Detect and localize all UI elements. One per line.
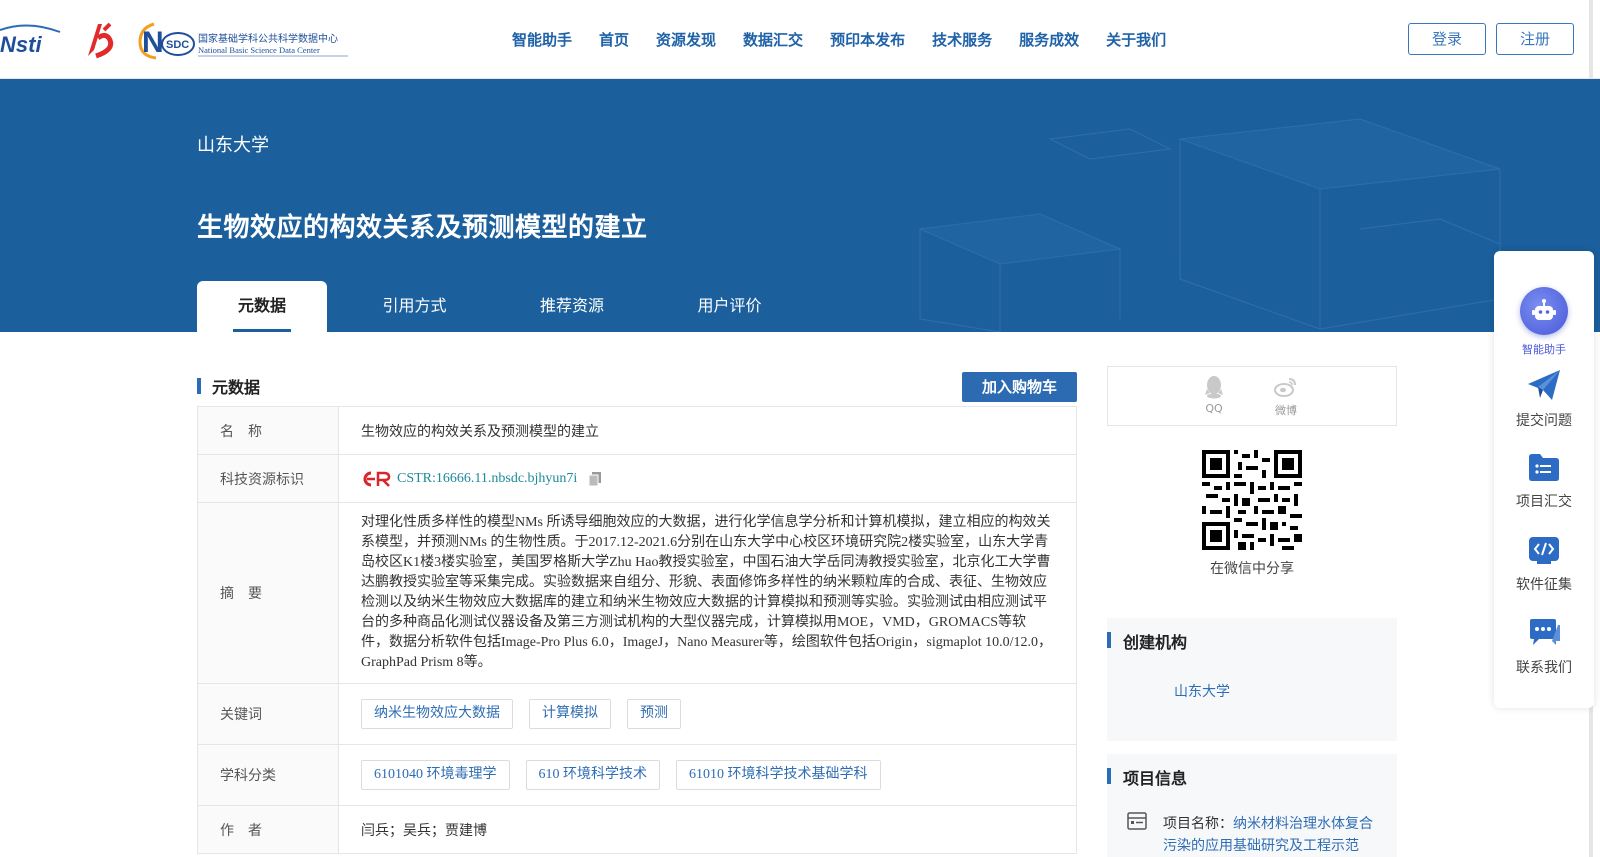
wechat-share-label: 在微信中分享 (1210, 561, 1294, 577)
float-assistant-button[interactable]: 智能助手 (1494, 287, 1594, 357)
wechat-qr-code (1202, 450, 1302, 550)
institute-logo[interactable] (80, 20, 120, 60)
chat-bubble-icon (1530, 619, 1560, 645)
tab-metadata[interactable]: 元数据 (197, 281, 327, 332)
main-nav: 智能助手 首页 资源发现 数据汇交 预印本发布 技术服务 服务成效 关于我们 (512, 28, 1193, 52)
nav-service-results[interactable]: 服务成效 (1019, 28, 1079, 52)
tab-citation[interactable]: 引用方式 (327, 281, 502, 332)
nav-resources[interactable]: 资源发现 (656, 28, 716, 52)
weibo-label: 微博 (1275, 404, 1297, 417)
card-accent-bar (1107, 632, 1111, 648)
project-info-card: 项目信息 项目名称：纳米材料治理水体复合污染的应用基础研究及工程示范 (1107, 754, 1397, 857)
svg-text:National Basic Science Data Ce: National Basic Science Data Center (198, 45, 320, 55)
svg-text:N: N (142, 26, 164, 59)
card-title: 创建机构 (1123, 633, 1188, 652)
resource-banner: 山东大学 生物效应的构效关系及预测模型的建立 元数据 引用方式 推荐资源 用户评… (0, 79, 1600, 332)
float-software-button[interactable]: 软件征集 (1494, 534, 1594, 594)
add-to-cart-button[interactable]: 加入购物车 (962, 372, 1077, 402)
subjects-label: 学科分类 (198, 745, 339, 805)
float-project-button[interactable]: 项目汇交 (1494, 451, 1594, 511)
project-name: 项目名称：纳米材料治理水体复合污染的应用基础研究及工程示范 (1163, 813, 1385, 857)
metadata-table: 名 称 生物效应的构效关系及预测模型的建立 科技资源标识 CSTR:16666.… (197, 406, 1077, 854)
subjects-value: 6101040 环境毒理学 610 环境科学技术 61010 环境科学技术基础学… (339, 745, 1076, 805)
creator-org-link[interactable]: 山东大学 (1174, 681, 1230, 701)
share-box: QQ 微博 (1107, 366, 1397, 426)
table-row: 学科分类 6101040 环境毒理学 610 环境科学技术 61010 环境科学… (198, 745, 1076, 806)
table-row: 名 称 生物效应的构效关系及预测模型的建立 (198, 407, 1076, 455)
subject-tag[interactable]: 61010 环境科学技术基础学科 (676, 760, 881, 790)
keywords-value: 纳米生物效应大数据 计算模拟 预测 (339, 684, 1076, 744)
robot-icon (1520, 287, 1568, 335)
share-weibo[interactable]: 微博 (1266, 375, 1306, 418)
subject-tag[interactable]: 610 环境科学技术 (525, 760, 660, 790)
register-button[interactable]: 注册 (1496, 23, 1574, 55)
section-title: 元数据 (212, 378, 261, 397)
project-icon (1127, 812, 1147, 830)
banner-decoration (918, 118, 1501, 332)
authors-label: 作 者 (198, 806, 339, 853)
card-accent-bar (1107, 768, 1111, 784)
software-label: 软件征集 (1516, 577, 1572, 593)
nav-tech-service[interactable]: 技术服务 (932, 28, 992, 52)
banner-org: 山东大学 (197, 135, 269, 156)
top-header: Nsti N SDC 国家基础学科公共科学数据中心 National Basic… (0, 0, 1600, 79)
identifier-value: CSTR:16666.11.nbsdc.bjhyun7i (339, 455, 1076, 502)
name-value: 生物效应的构效关系及预测模型的建立 (361, 424, 599, 440)
nav-about[interactable]: 关于我们 (1106, 28, 1166, 52)
page-title: 生物效应的构效关系及预测模型的建立 (197, 213, 648, 243)
svg-text:国家基础学科公共科学数据中心: 国家基础学科公共科学数据中心 (198, 32, 338, 45)
subject-tag[interactable]: 6101040 环境毒理学 (361, 760, 510, 790)
project-name-label: 项目名称： (1163, 816, 1233, 832)
tab-recommended[interactable]: 推荐资源 (502, 281, 642, 332)
paper-plane-icon (1528, 370, 1560, 400)
keyword-tag[interactable]: 预测 (627, 699, 681, 729)
metadata-section-header: 元数据 加入购物车 (197, 372, 1077, 406)
table-row: 关键词 纳米生物效应大数据 计算模拟 预测 (198, 684, 1076, 745)
folder-list-icon (1529, 454, 1559, 481)
cstr-link[interactable]: CSTR:16666.11.nbsdc.bjhyun7i (397, 471, 577, 487)
resource-tabs: 元数据 引用方式 推荐资源 用户评价 (197, 281, 817, 332)
svg-text:SDC: SDC (166, 39, 189, 51)
nav-home[interactable]: 首页 (599, 28, 629, 52)
contact-label: 联系我们 (1516, 660, 1572, 676)
creator-org-card: 创建机构 山东大学 (1107, 618, 1397, 741)
login-button[interactable]: 登录 (1408, 23, 1486, 55)
code-icon (1529, 537, 1559, 564)
float-submit-button[interactable]: 提交问题 (1494, 368, 1594, 430)
identifier-label: 科技资源标识 (198, 455, 339, 502)
nstl-logo[interactable]: Nsti (0, 24, 68, 58)
card-title: 项目信息 (1123, 769, 1188, 788)
svg-text:Nsti: Nsti (0, 32, 42, 57)
floating-side-panel: 智能助手 提交问题 项目汇交 软件征集 联系我们 (1494, 251, 1594, 708)
submit-label: 提交问题 (1516, 413, 1572, 429)
authors-value: 闫兵；吴兵；贾建博 (361, 823, 487, 839)
table-row: 科技资源标识 CSTR:16666.11.nbsdc.bjhyun7i (198, 455, 1076, 503)
keyword-tag[interactable]: 计算模拟 (529, 699, 611, 729)
share-qq[interactable]: QQ (1194, 375, 1234, 415)
table-row: 作 者 闫兵；吴兵；贾建博 (198, 806, 1076, 854)
copy-icon[interactable] (587, 471, 603, 487)
nav-assistant[interactable]: 智能助手 (512, 28, 572, 52)
name-label: 名 称 (198, 407, 339, 454)
qq-label: QQ (1205, 402, 1223, 415)
nav-data-submission[interactable]: 数据汇交 (743, 28, 803, 52)
abstract-label: 摘 要 (198, 503, 339, 683)
cstr-logo-icon (363, 471, 391, 487)
assistant-label: 智能助手 (1522, 343, 1566, 356)
float-contact-button[interactable]: 联系我们 (1494, 617, 1594, 677)
table-row: 摘 要 对理化性质多样性的模型NMs 所诱导细胞效应的大数据，进行化学信息学分析… (198, 503, 1076, 684)
section-accent-bar (197, 378, 201, 394)
tab-reviews[interactable]: 用户评价 (642, 281, 817, 332)
abstract-value: 对理化性质多样性的模型NMs 所诱导细胞效应的大数据，进行化学信息学分析和计算机… (361, 515, 1052, 670)
keyword-tag[interactable]: 纳米生物效应大数据 (361, 699, 513, 729)
nav-preprint[interactable]: 预印本发布 (830, 28, 905, 52)
keywords-label: 关键词 (198, 684, 339, 744)
project-label: 项目汇交 (1516, 494, 1572, 510)
nsdc-logo[interactable]: N SDC 国家基础学科公共科学数据中心 National Basic Scie… (136, 20, 350, 60)
weibo-icon (1274, 378, 1296, 397)
qq-icon (1205, 376, 1223, 399)
